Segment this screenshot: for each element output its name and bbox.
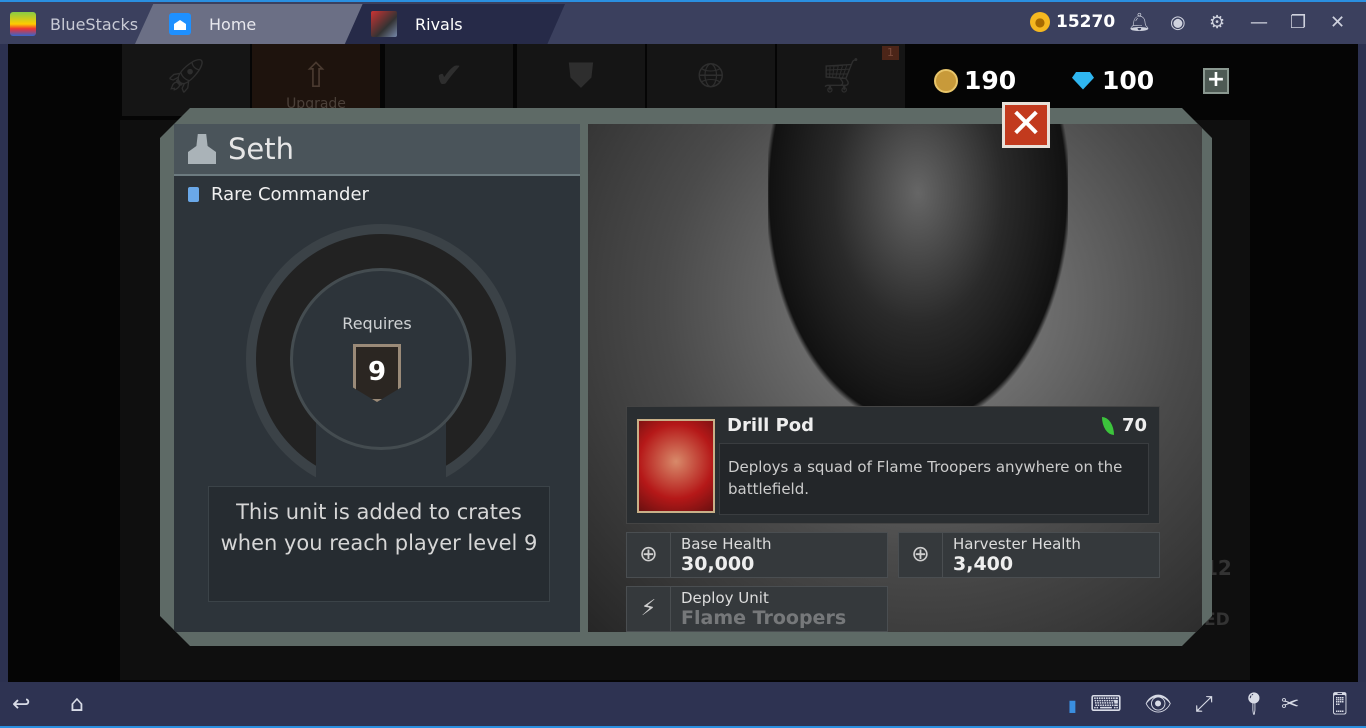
bottom-bar: ↩ ⌂ ▮ ⌨ 👁︎ ⤢ 📍︎ ✂ 📱︎ (0, 682, 1366, 728)
rarity-row: Rare Commander (174, 176, 580, 213)
nav-upgrade[interactable]: ⇧ Upgrade (252, 44, 380, 116)
commander-portrait-panel: Drill Pod 70 Deploys a squad of Flame Tr… (588, 124, 1202, 632)
coin-count: 15270 (1056, 12, 1116, 32)
bluestacks-icon (10, 12, 36, 36)
minimize-icon[interactable]: — (1250, 12, 1268, 33)
gear-icon[interactable]: ⚙ (1209, 12, 1225, 33)
tab-rivals[interactable]: Rivals (345, 4, 565, 44)
ability-cost: 70 (1102, 415, 1147, 436)
tab-home[interactable]: Home (135, 4, 363, 44)
stat-label: Base Health (681, 535, 772, 553)
harvester-health-icon: ⊕ (899, 533, 943, 577)
add-currency-button[interactable]: + (1203, 68, 1229, 94)
close-window-icon[interactable]: ✕ (1330, 12, 1345, 33)
commander-info-panel: Seth Rare Commander Requires 9 This unit… (174, 124, 580, 632)
gold-counter: 190 (934, 66, 1016, 95)
base-health-icon: ⊕ (627, 533, 671, 577)
nav-achievements[interactable]: ✔ (385, 44, 513, 116)
stat-harvester-health: ⊕ Harvester Health 3,400 (898, 532, 1160, 578)
ability-card: Drill Pod 70 Deploys a squad of Flame Tr… (626, 406, 1160, 524)
keyboard-icon[interactable]: ⌨ (1090, 692, 1122, 717)
requires-label: Requires (342, 314, 412, 333)
gem-icon (1072, 71, 1094, 90)
stat-value: Flame Troopers (681, 607, 847, 629)
alliance-icon: ⛊ (568, 56, 594, 96)
globe-icon: 🌐︎ (697, 56, 725, 96)
commander-dialog: Seth Rare Commander Requires 9 This unit… (160, 108, 1212, 646)
account-icon[interactable]: ◉ (1170, 12, 1186, 33)
nav-world[interactable]: 🌐︎ (647, 44, 775, 116)
commander-name: Seth (228, 132, 295, 166)
gold-value: 190 (964, 66, 1017, 95)
card-icon (188, 187, 199, 202)
ability-name: Drill Pod (727, 415, 815, 436)
coin-icon: ● (1030, 12, 1050, 32)
eye-icon[interactable]: 👁︎ (1144, 692, 1172, 717)
stat-value: 30,000 (681, 553, 755, 575)
bluestacks-logo: BlueStacks (10, 4, 138, 44)
game-viewport[interactable]: 🚀︎ ⇧ Upgrade ✔ ⛊ 🌐︎ 🛒︎ 1 190 100 + 12 ED S… (8, 44, 1358, 682)
nav-shop[interactable]: 🛒︎ 1 (777, 44, 905, 116)
gem-counter: 100 (1072, 66, 1154, 95)
ability-description: Deploys a squad of Flame Troopers anywhe… (719, 443, 1149, 515)
close-dialog-button[interactable]: ✕ (1002, 102, 1050, 148)
drill-pod-image (637, 419, 715, 513)
gold-coin-icon (934, 68, 958, 93)
stat-label: Harvester Health (953, 535, 1081, 553)
stat-deploy-unit: ⚡︎ Deploy Unit Flame Troopers (626, 586, 888, 632)
commander-name-bar: Seth (174, 124, 580, 176)
phone-mode-icon[interactable]: ▮ (1068, 696, 1077, 715)
stat-base-health: ⊕ Base Health 30,000 (626, 532, 888, 578)
gem-value: 100 (1102, 66, 1155, 95)
bluestacks-coins[interactable]: ● 15270 (1030, 12, 1115, 32)
location-icon[interactable]: 📍︎ (1240, 692, 1268, 717)
nav-rocket[interactable]: 🚀︎ (122, 44, 250, 116)
rivals-app-icon (371, 11, 397, 37)
nav-alliance[interactable]: ⛊ (517, 44, 645, 116)
commander-portrait (768, 124, 1068, 424)
shop-badge: 1 (882, 46, 899, 60)
fullscreen-icon[interactable]: ⤢ (1195, 692, 1213, 717)
person-icon (188, 134, 216, 164)
home-nav-icon[interactable]: ⌂ (70, 692, 84, 717)
energy-leaf-icon (1102, 417, 1114, 435)
home-icon (169, 13, 191, 35)
app-name: BlueStacks (50, 14, 139, 34)
back-icon[interactable]: ↩ (12, 692, 30, 717)
stat-value: 3,400 (953, 553, 1014, 575)
restore-icon[interactable]: ❐ (1290, 12, 1306, 33)
scissors-icon[interactable]: ✂ (1281, 692, 1299, 717)
cost-value: 70 (1121, 415, 1147, 436)
commander-rarity: Rare Commander (211, 184, 369, 205)
tab-label: Rivals (415, 14, 463, 34)
tab-label: Home (209, 14, 257, 34)
rocket-icon: 🚀︎ (164, 56, 208, 96)
unlock-message: This unit is added to crates when you re… (208, 486, 550, 602)
stat-label: Deploy Unit (681, 589, 769, 607)
bell-icon[interactable]: 🔔︎ (1128, 12, 1151, 33)
achievement-icon: ✔ (434, 56, 464, 96)
cart-icon: 🛒︎ (819, 56, 863, 96)
lightning-icon: ⚡︎ (627, 587, 671, 631)
title-bar: BlueStacks Home Rivals ● 15270 🔔︎ ◉ ⚙ — ❐… (0, 0, 1366, 44)
upgrade-icon: ⇧ (301, 56, 331, 96)
close-icon: ✕ (1009, 101, 1043, 147)
rotate-device-icon[interactable]: 📱︎ (1326, 692, 1354, 717)
